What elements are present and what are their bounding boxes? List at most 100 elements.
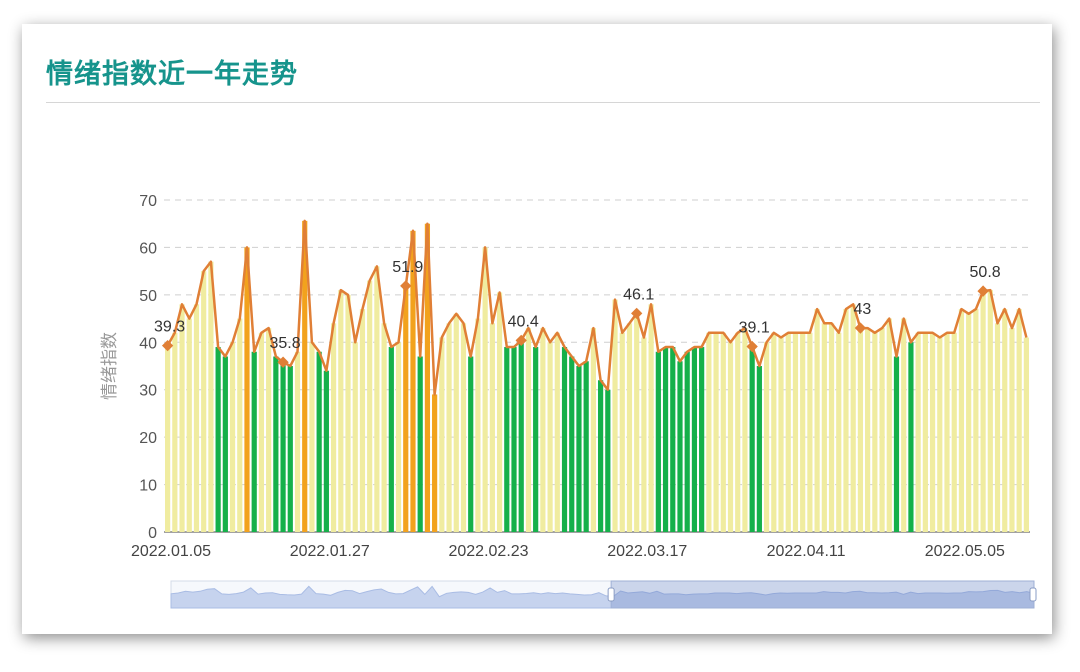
bar bbox=[893, 356, 900, 532]
bar bbox=[338, 290, 344, 532]
bar bbox=[237, 318, 243, 532]
bar bbox=[475, 318, 481, 532]
bar bbox=[677, 361, 683, 532]
annotation-label: 39.1 bbox=[739, 320, 770, 337]
bar bbox=[994, 323, 1001, 532]
bar bbox=[323, 370, 329, 532]
bar bbox=[626, 323, 633, 532]
annotation-label: 43 bbox=[854, 301, 872, 318]
emotion-index-chart: 0 10 20 30 40 50 60 70 情绪指数 39.3 35.8 51.9 40.4 46.… bbox=[100, 193, 1037, 609]
bar bbox=[879, 328, 885, 532]
grid-lines bbox=[164, 199, 1030, 533]
bar bbox=[836, 332, 842, 532]
bar bbox=[330, 323, 337, 532]
bar bbox=[309, 342, 315, 532]
bar bbox=[958, 309, 965, 532]
bar bbox=[1009, 328, 1015, 532]
bar bbox=[1002, 309, 1008, 532]
bar bbox=[662, 347, 669, 532]
zoom-handle[interactable] bbox=[607, 587, 615, 602]
y-axis-label: 情绪指数 bbox=[100, 332, 120, 400]
bar bbox=[821, 323, 827, 532]
bar bbox=[280, 362, 286, 532]
bar bbox=[800, 332, 806, 532]
bar bbox=[381, 323, 387, 532]
bar bbox=[792, 332, 799, 532]
bar bbox=[222, 356, 228, 532]
bar bbox=[655, 351, 661, 532]
bar bbox=[453, 313, 459, 532]
bar bbox=[872, 332, 878, 532]
bar bbox=[648, 304, 654, 532]
bar bbox=[193, 304, 200, 532]
bar bbox=[547, 342, 553, 532]
zoom-handle[interactable] bbox=[1029, 587, 1037, 602]
bar bbox=[973, 309, 979, 532]
bar bbox=[460, 323, 467, 532]
bar bbox=[417, 356, 423, 532]
bar bbox=[403, 285, 409, 532]
bar bbox=[359, 309, 366, 532]
annotation-label: 50.8 bbox=[970, 264, 1001, 281]
data-zoom-slider[interactable] bbox=[170, 580, 1037, 609]
x-tick-label: 2022.04.11 bbox=[767, 543, 846, 560]
bar bbox=[966, 313, 972, 532]
bar bbox=[504, 347, 510, 532]
annotation-label: 40.4 bbox=[508, 313, 539, 330]
bar bbox=[778, 337, 784, 532]
bar bbox=[850, 304, 856, 532]
bar bbox=[742, 328, 748, 532]
annotation-label: 46.1 bbox=[623, 286, 654, 303]
bar bbox=[619, 332, 625, 532]
x-tick-label: 2022.05.05 bbox=[925, 543, 1005, 560]
bar bbox=[201, 271, 207, 532]
bar bbox=[713, 332, 719, 532]
x-tick-label: 2022.02.23 bbox=[448, 543, 528, 560]
x-tick-label: 2022.01.27 bbox=[290, 543, 370, 560]
bar bbox=[590, 328, 596, 532]
bar bbox=[496, 292, 503, 532]
bar bbox=[1016, 309, 1022, 532]
bar bbox=[727, 342, 734, 532]
annotation-marker bbox=[400, 280, 412, 292]
bar bbox=[533, 347, 539, 532]
bar bbox=[771, 332, 777, 532]
annotation-label: 51.9 bbox=[392, 259, 423, 276]
bar bbox=[569, 356, 575, 532]
bar bbox=[1023, 337, 1029, 532]
annotation-marker bbox=[161, 339, 174, 352]
bar bbox=[684, 351, 690, 532]
bar bbox=[395, 342, 402, 532]
bar bbox=[316, 351, 322, 532]
bar bbox=[706, 332, 712, 532]
x-axis: 2022.01.05 2022.01.27 2022.02.23 2022.03.17… bbox=[131, 543, 1005, 560]
bar bbox=[583, 361, 589, 532]
y-tick-label: 20 bbox=[139, 430, 157, 447]
y-tick-label: 30 bbox=[139, 383, 157, 400]
zoom-selected-window[interactable] bbox=[610, 580, 1035, 609]
bar bbox=[258, 332, 265, 532]
bar-series bbox=[165, 220, 1029, 533]
bar bbox=[273, 356, 279, 532]
bar bbox=[179, 304, 185, 532]
bar bbox=[843, 309, 849, 532]
bar bbox=[576, 366, 582, 532]
bar bbox=[756, 366, 762, 532]
bar bbox=[691, 347, 698, 532]
bar bbox=[511, 347, 517, 532]
annotation-label: 35.8 bbox=[270, 335, 301, 352]
x-tick-label: 2022.01.05 bbox=[131, 543, 211, 560]
x-tick-label: 2022.03.17 bbox=[607, 543, 687, 560]
bar bbox=[352, 342, 358, 532]
bar bbox=[345, 294, 351, 532]
y-tick-label: 0 bbox=[148, 525, 157, 542]
bar bbox=[266, 328, 272, 532]
bar bbox=[670, 347, 676, 532]
bar bbox=[439, 337, 445, 532]
bar bbox=[367, 280, 373, 532]
bar bbox=[605, 389, 611, 532]
annotation-marker bbox=[854, 322, 867, 334]
y-tick-label: 60 bbox=[139, 240, 157, 257]
bar bbox=[763, 342, 770, 532]
bar bbox=[165, 345, 171, 532]
